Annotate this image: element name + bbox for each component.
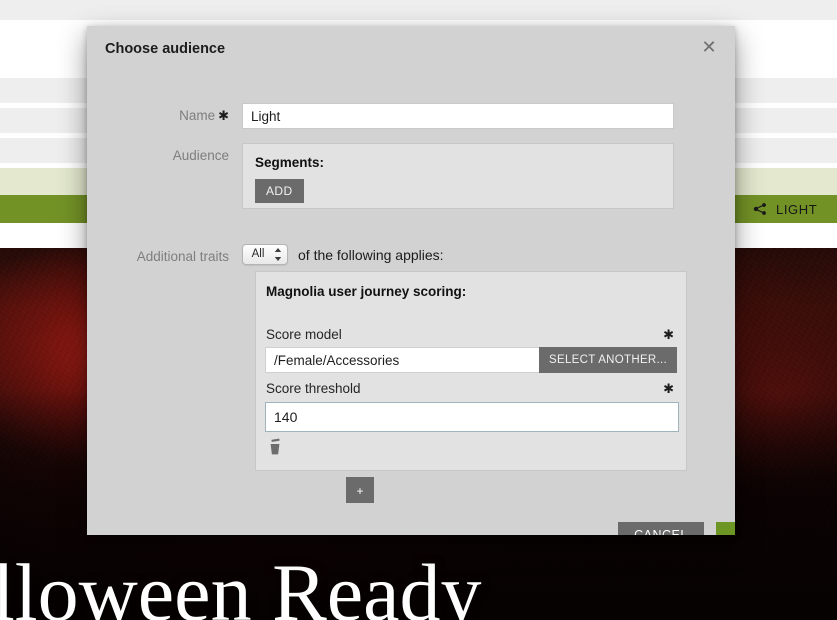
select-another-button[interactable]: SELECT ANOTHER... (539, 347, 677, 373)
score-threshold-label-row: Score threshold ✱ (256, 381, 686, 397)
segments-label: Segments: (255, 155, 325, 170)
share-light-tab[interactable]: LIGHT (737, 195, 837, 223)
hero-headline: lloween Ready (0, 547, 482, 620)
score-model-label: Score model (266, 327, 342, 342)
name-required-marker: ✱ (218, 109, 229, 124)
additional-traits-row: Additional traits All of the following a… (87, 244, 444, 265)
scoring-panel-title: Magnolia user journey scoring: (266, 284, 467, 299)
traits-match-select-value: All (251, 248, 265, 260)
additional-traits-label: Additional traits (136, 249, 229, 264)
score-model-required-marker: ✱ (663, 328, 674, 343)
close-icon[interactable]: ✕ (699, 38, 719, 58)
score-threshold-label: Score threshold (266, 381, 361, 396)
traits-match-select[interactable]: All (242, 244, 288, 265)
cancel-button[interactable]: CANCEL (618, 522, 704, 535)
share-icon (753, 202, 767, 216)
share-tab-label: LIGHT (776, 201, 818, 217)
scoring-panel: Magnolia user journey scoring: Score mod… (255, 271, 687, 471)
score-model-input[interactable] (265, 347, 539, 373)
name-field-label: Name ✱ (87, 103, 242, 129)
dialog-title: Choose audience (105, 41, 226, 57)
choose-audience-dialog: Choose audience ✕ Name✱ Audience Segment… (87, 26, 735, 535)
scoring-delete-row (256, 432, 686, 470)
audience-field-row: Audience Segments: ADD (87, 143, 674, 209)
score-model-input-group: SELECT ANOTHER... (265, 347, 677, 373)
traits-suffix-text: of the following applies: (298, 247, 444, 263)
stepper-arrows-icon (274, 247, 282, 262)
score-model-label-row: Score model ✱ (256, 327, 686, 343)
add-segment-button[interactable]: ADD (255, 179, 304, 203)
bg-row-top-bar (0, 0, 837, 20)
name-label-text: Name (179, 108, 216, 123)
pick-button[interactable]: PICK (716, 522, 735, 535)
audience-panel: Segments: ADD (242, 143, 674, 209)
page-root: lloween Ready LIGHT Choose audience ✕ Na… (0, 0, 837, 620)
dialog-header: Choose audience ✕ (87, 26, 735, 72)
add-trait-button[interactable]: + (346, 477, 374, 503)
score-threshold-input[interactable] (265, 402, 679, 432)
audience-field-label: Audience (172, 148, 229, 163)
trash-icon[interactable] (267, 438, 283, 456)
name-field-row: Name ✱ (87, 103, 674, 129)
score-threshold-required-marker: ✱ (663, 382, 674, 397)
dialog-form: Name✱ Audience Segments: ADD Additional … (87, 72, 735, 535)
name-input[interactable] (242, 103, 674, 129)
